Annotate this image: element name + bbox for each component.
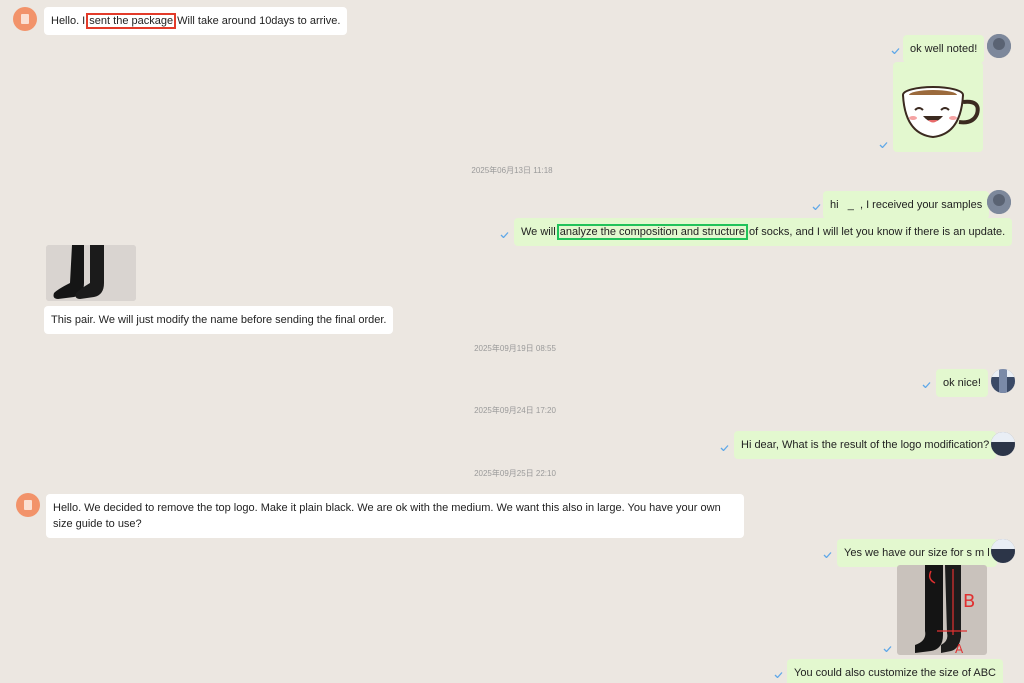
message-text: Hello. I [51, 15, 89, 27]
message-text: We will [521, 226, 559, 238]
user-avatar[interactable] [991, 539, 1015, 563]
user-avatar[interactable] [987, 34, 1011, 58]
user-photo-icon [987, 190, 1011, 214]
black-socks-image [46, 245, 136, 301]
message-text: of socks, and I will let you know if the… [745, 226, 1006, 238]
user-photo-icon [987, 34, 1011, 58]
user-avatar[interactable] [991, 369, 1015, 393]
contact-avatar[interactable] [13, 7, 37, 31]
user-avatar[interactable] [991, 432, 1015, 456]
user-photo-icon [991, 539, 1015, 563]
annotated-socks-photo[interactable]: B A [897, 565, 987, 655]
message-outgoing[interactable]: hi _ , I received your samples [823, 191, 990, 219]
timestamp: 2025年09月19日 08:55 [474, 344, 556, 353]
timestamp: 2025年09月24日 17:20 [474, 406, 556, 415]
message-text: You could also customize the size of ABC [794, 667, 996, 679]
read-check-icon [891, 48, 900, 54]
read-check-icon [922, 382, 931, 388]
annotation-letter-b: B [963, 591, 975, 612]
read-check-icon [883, 646, 892, 652]
message-text: Hi dear, What is the result of the logo … [741, 439, 990, 451]
read-check-icon [823, 552, 832, 558]
read-check-icon [500, 232, 509, 238]
message-incoming[interactable]: Hello. I sent the package Will take arou… [44, 7, 348, 35]
message-outgoing[interactable]: ok well noted! [903, 35, 985, 63]
message-outgoing[interactable]: Yes we have our size for s m l [837, 539, 997, 567]
message-outgoing[interactable]: ok nice! [936, 369, 988, 397]
message-outgoing[interactable]: We will analyze the composition and stru… [514, 218, 1013, 246]
message-text: Yes we have our size for s m l [844, 547, 990, 559]
cup-logo-icon [21, 14, 29, 24]
message-text: This pair. We will just modify the name … [51, 314, 387, 326]
user-photo-icon [991, 369, 1015, 393]
socks-photo[interactable] [46, 245, 136, 301]
read-check-icon [879, 142, 888, 148]
annotation-letter-a: A [955, 642, 964, 655]
message-outgoing[interactable]: You could also customize the size of ABC [787, 659, 1003, 683]
timestamp: 2025年06月13日 11:18 [471, 166, 553, 175]
timestamp: 2025年09月25日 22:10 [474, 469, 556, 478]
cup-logo-icon [24, 500, 32, 510]
highlighted-phrase: sent the package [86, 13, 177, 29]
message-text: Hello. We decided to remove the top logo… [53, 502, 721, 530]
message-text: ok nice! [943, 377, 981, 389]
smiling-cup-sticker-icon [902, 86, 980, 139]
annotated-socks-image: B A [897, 565, 987, 655]
user-avatar[interactable] [987, 190, 1011, 214]
message-text: hi _ , I received your samples [830, 199, 983, 211]
user-photo-icon [991, 432, 1015, 456]
message-text: ok well noted! [910, 43, 978, 55]
message-outgoing[interactable]: Hi dear, What is the result of the logo … [734, 431, 997, 459]
message-text: Will take around 10days to arrive. [174, 15, 341, 27]
read-check-icon [720, 445, 729, 451]
message-incoming[interactable]: This pair. We will just modify the name … [44, 306, 394, 334]
contact-avatar[interactable] [16, 493, 40, 517]
highlighted-phrase: analyze the composition and structure [556, 224, 748, 240]
read-check-icon [774, 672, 783, 678]
message-incoming[interactable]: Hello. We decided to remove the top logo… [46, 494, 744, 538]
read-check-icon [812, 204, 821, 210]
sticker-message[interactable] [893, 62, 983, 152]
